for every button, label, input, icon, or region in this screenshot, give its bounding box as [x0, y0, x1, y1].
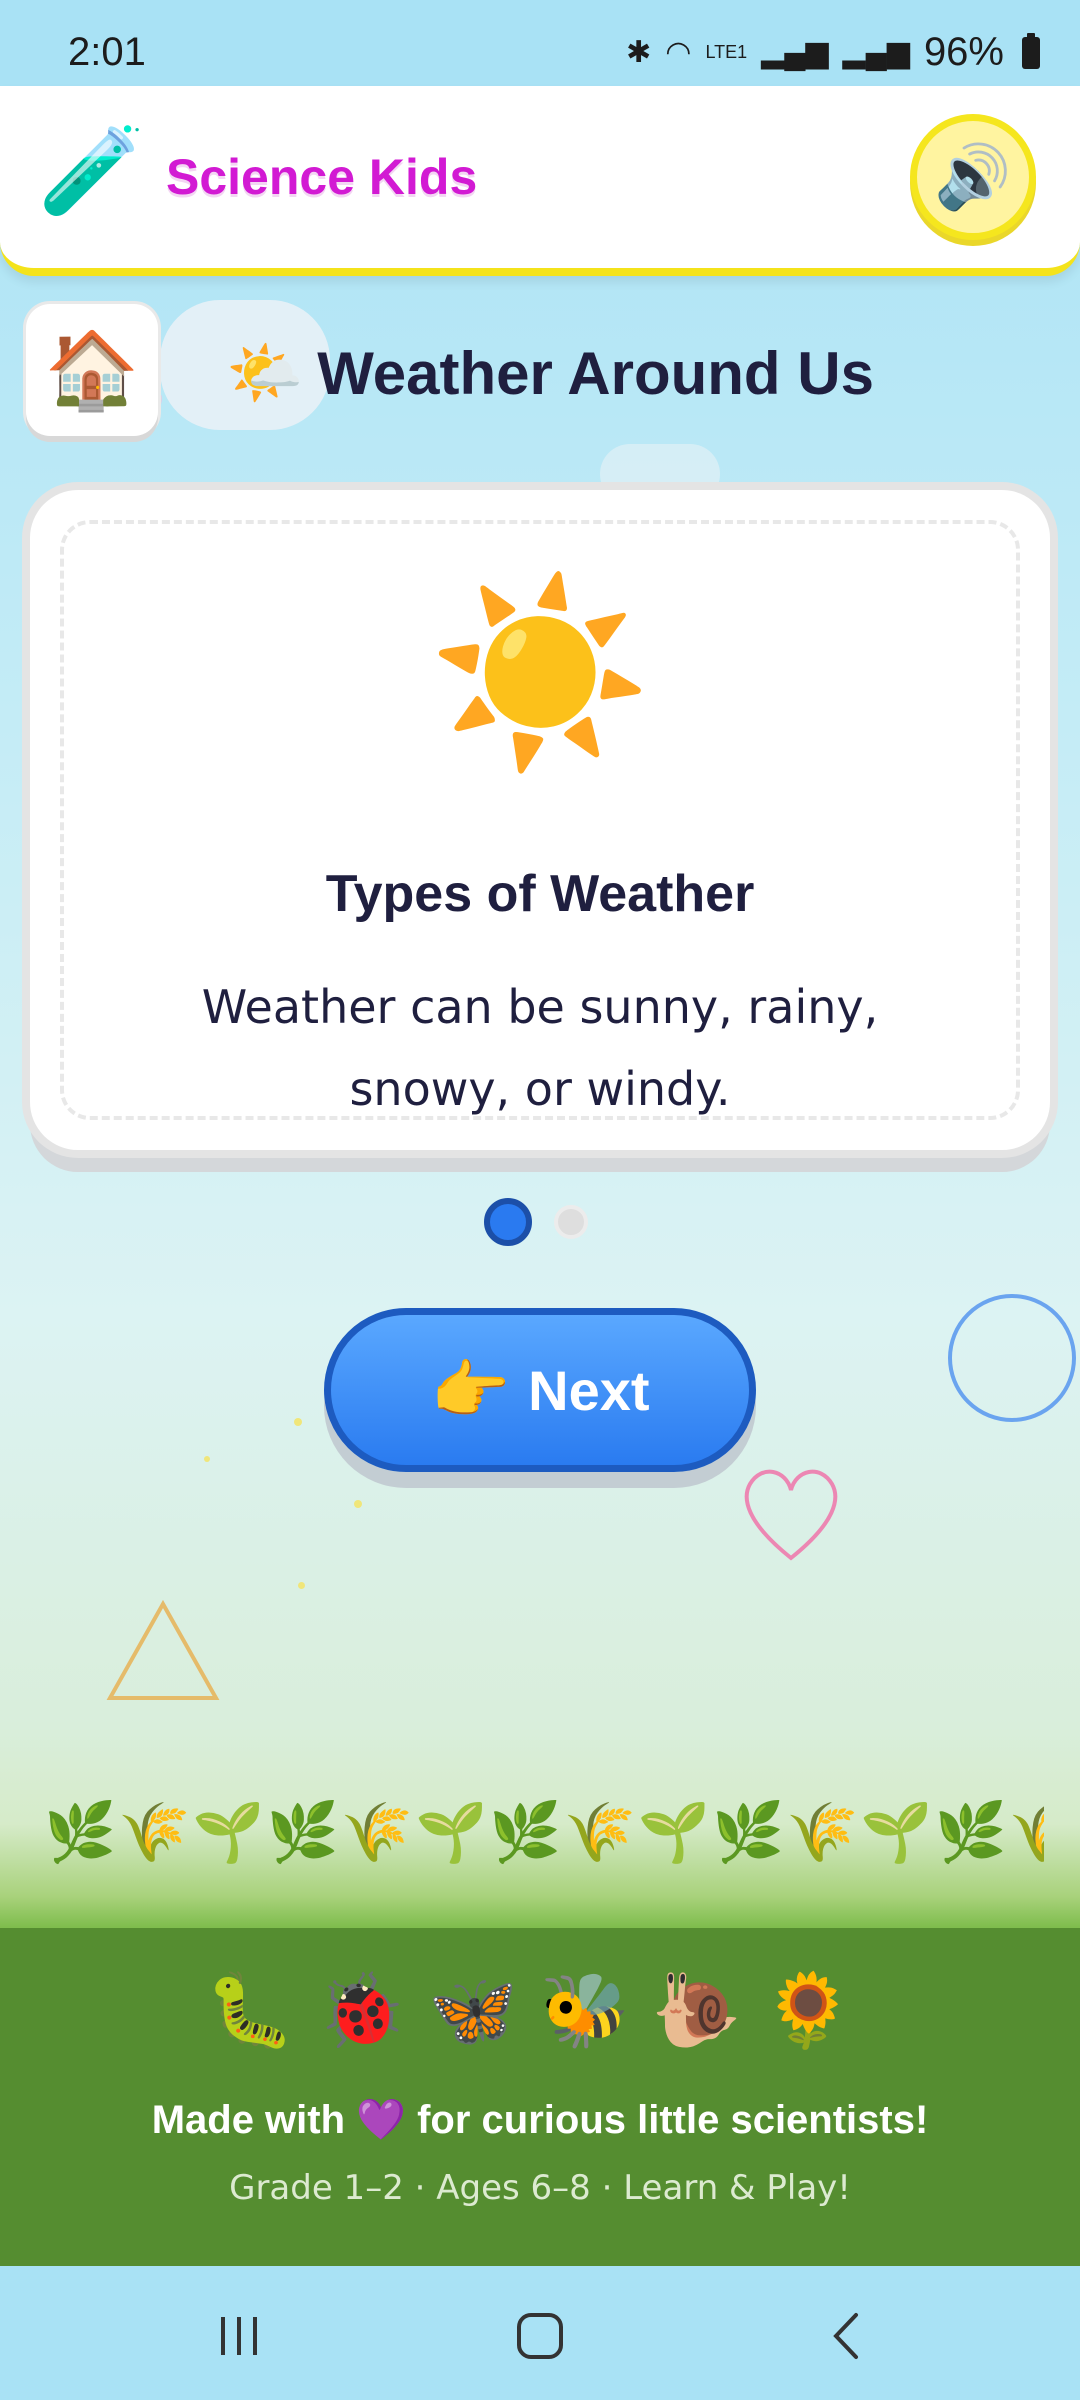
test-tube-icon: 🧪 [38, 121, 146, 221]
battery-percent: 96% [923, 30, 1004, 74]
page-dot-active[interactable] [484, 1198, 532, 1246]
home-nav-icon [517, 2313, 563, 2359]
footer-subline: Grade 1–2 · Ages 6–8 · Learn & Play! [229, 2168, 851, 2208]
card-body: Weather can be sunny, rainy, snowy, or w… [201, 980, 879, 1116]
card-title: Types of Weather [325, 865, 755, 923]
ladybug-icon: 🐞 [316, 1968, 429, 2052]
sparkle-decoration [294, 1418, 302, 1426]
tagline-start: Made with [151, 2098, 346, 2142]
butterfly-icon: 🦋 [428, 1968, 540, 2052]
snail-icon: 🐌 [651, 1968, 764, 2052]
next-button[interactable]: 👉 Next [324, 1308, 756, 1472]
battery-icon [1022, 32, 1040, 69]
signal-icon: ▂▄▆ [761, 36, 829, 69]
footer: 🐛🐞🦋🐝🐌🌻 Made with 💜 for curious little sc… [0, 1928, 1080, 2266]
recent-apps-icon [221, 2317, 257, 2355]
sunflower-icon: 🌻 [763, 1968, 875, 2052]
critter-row: 🐛🐞🦋🐝🐌🌻 [0, 1968, 1080, 2053]
triangle-outline-decoration [106, 1599, 220, 1700]
house-icon: 🏠 [44, 325, 140, 414]
lesson-card: ☀️ Types of Weather Weather can be sunny… [30, 490, 1050, 1150]
sun-behind-cloud-icon: 🌤️ [226, 336, 304, 409]
next-button-label: Next [528, 1358, 650, 1422]
page-dot[interactable] [554, 1205, 588, 1239]
status-time: 2:01 [68, 30, 146, 74]
sparkle-decoration [204, 1456, 210, 1462]
wifi-icon: ◠ [665, 36, 692, 69]
footer-tagline: Made with 💜 for curious little scientist… [0, 2096, 1080, 2143]
system-nav-bar [0, 2266, 1080, 2400]
plant-decoration-row: 🌿🌾🌱🌿🌾🌱🌿🌾🌱🌿🌾🌱🌿🌾🌱 [44, 1798, 1044, 1866]
sparkle-decoration [298, 1582, 305, 1589]
sun-icon: ☀️ [427, 569, 653, 778]
caterpillar-icon: 🐛 [205, 1968, 317, 2052]
tagline-end: for curious little scientists! [417, 2098, 929, 2142]
heart-outline-decoration [744, 1469, 838, 1561]
sound-button[interactable]: 🔊 [910, 114, 1036, 240]
back-icon [833, 2313, 858, 2359]
card-inner-border: ☀️ Types of Weather Weather can be sunny… [60, 520, 1020, 1120]
home-button[interactable]: 🏠 [26, 304, 158, 436]
signal-icon-2: ▂▄▆ [842, 36, 910, 69]
status-icons: ✱ ◠ LTE1 ▂▄▆ ▂▄▆ 96% [626, 30, 1040, 75]
pointing-right-icon: 👉 [430, 1353, 511, 1428]
page-title: Weather Around Us [317, 339, 874, 407]
page-heading: 🌤️ Weather Around Us [226, 336, 874, 410]
app-header: 🧪 Science Kids 🔊 [0, 86, 1080, 276]
purple-heart-icon: 💜 [356, 2098, 406, 2142]
speaker-icon: 🔊 [934, 140, 1012, 213]
bluetooth-icon: ✱ [626, 36, 652, 69]
sparkle-decoration [354, 1500, 362, 1508]
lte-label: LTE1 [705, 42, 748, 62]
app-title: Science Kids [166, 149, 478, 205]
recent-apps-button[interactable] [200, 2306, 280, 2366]
circle-outline-decoration [948, 1294, 1076, 1422]
pagination-dots [484, 1198, 588, 1246]
back-button[interactable] [806, 2306, 886, 2366]
home-nav-button[interactable] [500, 2306, 580, 2366]
status-bar: 2:01 ✱ ◠ LTE1 ▂▄▆ ▂▄▆ 96% [0, 0, 1080, 86]
bee-icon: 🐝 [540, 1968, 652, 2052]
